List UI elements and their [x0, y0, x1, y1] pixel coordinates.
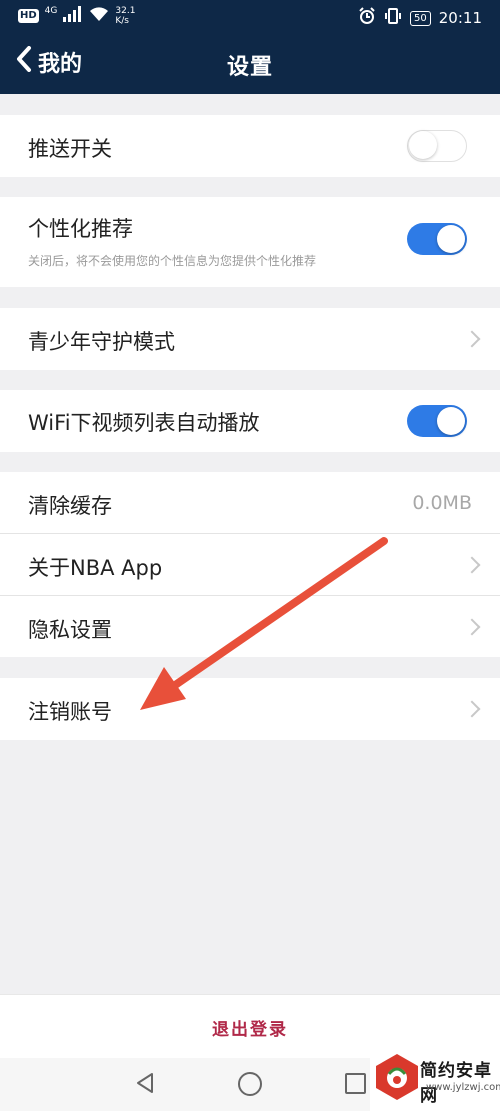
wifi-autoplay-toggle[interactable]	[407, 405, 467, 437]
toggle-knob	[437, 225, 465, 253]
net-speed-value: 32.1	[115, 6, 136, 16]
status-left: HD 4G 32.1 K/s	[18, 6, 135, 26]
toggle-knob	[437, 407, 465, 435]
chevron-right-icon	[463, 330, 481, 348]
signal-icon	[63, 6, 83, 26]
wifi-autoplay-row: WiFi下视频列表自动播放	[0, 390, 500, 452]
watermark-url: www.jylzwj.com	[426, 1082, 500, 1093]
status-bar: HD 4G 32.1 K/s 50 20:11	[0, 0, 500, 34]
alarm-icon	[358, 7, 376, 29]
personalized-label: 个性化推荐	[28, 217, 133, 241]
status-right: 50 20:11	[358, 7, 482, 29]
vibrate-icon	[384, 7, 402, 29]
push-switch-row: 推送开关	[0, 115, 500, 177]
push-switch-label: 推送开关	[28, 137, 112, 161]
site-watermark: 简约安卓网 www.jylzwj.com	[370, 1044, 500, 1111]
nav-recent-icon[interactable]	[345, 1073, 366, 1094]
about-label: 关于NBA App	[28, 556, 163, 580]
hd-badge: HD	[18, 9, 39, 23]
youth-mode-label: 青少年守护模式	[28, 330, 175, 354]
cancel-account-row[interactable]: 注销账号	[0, 678, 500, 740]
personalized-row: 个性化推荐 关闭后，将不会使用您的个性信息为您提供个性化推荐	[0, 197, 500, 287]
net-speed: 32.1 K/s	[115, 6, 135, 26]
toggle-knob	[409, 131, 437, 159]
nav-home-icon[interactable]	[238, 1072, 262, 1096]
net-speed-unit: K/s	[115, 16, 129, 26]
push-switch-toggle[interactable]	[407, 130, 467, 162]
chevron-right-icon	[463, 618, 481, 636]
personalized-toggle[interactable]	[407, 223, 467, 255]
nav-back-icon[interactable]	[135, 1072, 155, 1098]
clear-cache-row[interactable]: 清除缓存 0.0MB	[0, 472, 500, 534]
logout-label: 退出登录	[212, 1020, 288, 1040]
privacy-label: 隐私设置	[28, 618, 112, 642]
network-type: 4G	[44, 6, 58, 16]
watermark-logo-icon	[376, 1054, 418, 1100]
watermark-name: 简约安卓网	[420, 1061, 492, 1106]
privacy-row[interactable]: 隐私设置	[0, 596, 500, 657]
wifi-autoplay-label: WiFi下视频列表自动播放	[28, 411, 260, 435]
wifi-icon	[89, 6, 109, 26]
status-time: 20:11	[438, 9, 482, 27]
battery-icon: 50	[410, 10, 431, 26]
app-header: HD 4G 32.1 K/s 50 20:11 我的 设置	[0, 0, 500, 94]
personalized-desc: 关闭后，将不会使用您的个性信息为您提供个性化推荐	[28, 254, 317, 268]
chevron-right-icon	[463, 700, 481, 718]
about-row[interactable]: 关于NBA App	[0, 534, 500, 596]
cancel-account-label: 注销账号	[28, 700, 112, 724]
chevron-right-icon	[463, 556, 481, 574]
page-title: 设置	[226, 55, 273, 80]
cache-size-value: 0.0MB	[412, 492, 472, 514]
youth-mode-row[interactable]: 青少年守护模式	[0, 308, 500, 370]
clear-cache-label: 清除缓存	[28, 494, 112, 518]
